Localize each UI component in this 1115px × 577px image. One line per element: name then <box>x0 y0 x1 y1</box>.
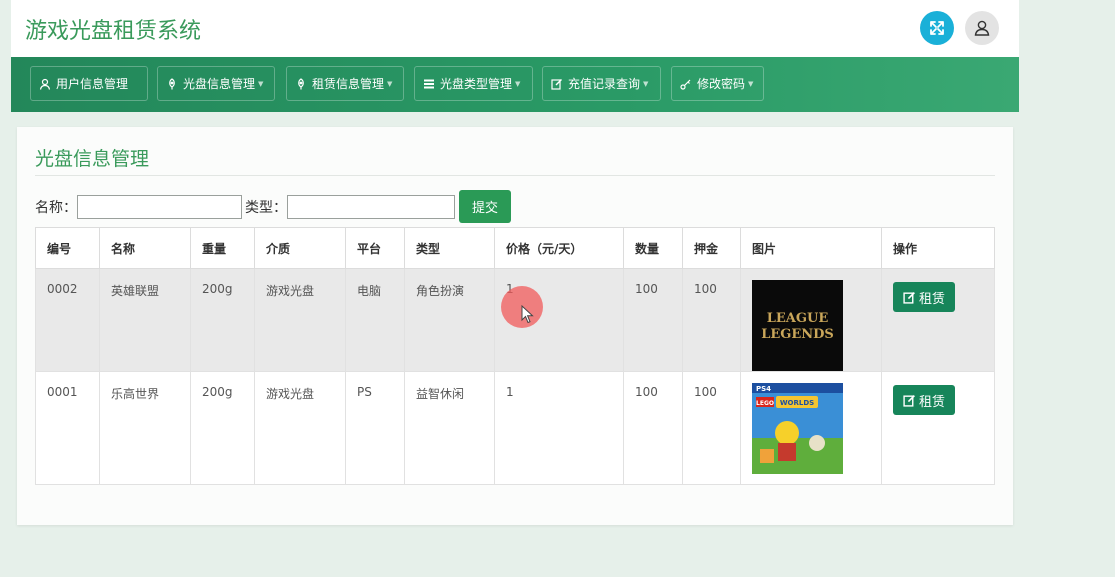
nav-label: 光盘类型管理 <box>440 77 513 91</box>
nav-user-info[interactable]: 用户信息管理 <box>30 66 148 101</box>
leaf-icon <box>298 77 304 89</box>
list-icon <box>424 79 434 88</box>
col-header: 介质 <box>254 227 346 269</box>
col-header: 类型 <box>404 227 495 269</box>
app-title: 游戏光盘租赁系统 <box>25 19 202 44</box>
cell-medium: 游戏光盘 <box>254 268 346 372</box>
type-search-input[interactable] <box>287 194 455 219</box>
cover-text-line1: LEAGUE <box>767 311 829 326</box>
cell-weight: 200g <box>190 268 255 372</box>
disc-cover-image: LEAGUE LEGENDS <box>752 280 843 371</box>
chevron-down-icon: ▼ <box>643 79 649 88</box>
page-title: 光盘信息管理 <box>35 148 150 170</box>
expand-icon <box>930 21 944 35</box>
submit-button[interactable]: 提交 <box>459 190 511 223</box>
main-nav: 用户信息管理 光盘信息管理 ▼ 租赁信息管理 ▼ 光盘类型管理 ▼ 充值记录查询… <box>11 57 1019 112</box>
divider <box>35 175 995 176</box>
rent-button[interactable]: 租赁 <box>893 385 956 415</box>
col-header: 名称 <box>99 227 191 269</box>
chevron-down-icon: ▼ <box>258 79 264 88</box>
disc-cover-image: PS4 LEGO WORLDS <box>752 383 843 474</box>
user-icon <box>974 20 990 36</box>
key-icon <box>680 79 691 90</box>
table-header-row: 编号 名称 重量 介质 平台 类型 价格（元/天） 数量 押金 图片 操作 <box>35 227 995 269</box>
fullscreen-button[interactable] <box>920 11 954 45</box>
nav-label: 充值记录查询 <box>568 77 641 91</box>
cell-id: 0001 <box>35 371 100 485</box>
cursor-arrow-icon <box>521 305 534 324</box>
cell-weight: 200g <box>190 371 255 485</box>
edit-icon <box>903 394 915 407</box>
cell-quantity: 100 <box>623 268 683 372</box>
nav-change-password[interactable]: 修改密码 ▼ <box>671 66 764 101</box>
cell-id: 0002 <box>35 268 100 372</box>
col-header: 编号 <box>35 227 100 269</box>
cell-name: 乐高世界 <box>99 371 191 485</box>
nav-label: 修改密码 <box>697 77 746 91</box>
rent-button[interactable]: 租赁 <box>893 282 956 312</box>
nav-disc-info[interactable]: 光盘信息管理 ▼ <box>157 66 275 101</box>
search-form: 名称： 类型： 提交 <box>35 190 511 223</box>
nav-recharge-records[interactable]: 充值记录查询 ▼ <box>542 66 661 101</box>
edit-icon <box>551 78 562 90</box>
col-header: 数量 <box>623 227 683 269</box>
top-bar: 游戏光盘租赁系统 <box>11 0 1019 57</box>
cell-medium: 游戏光盘 <box>254 371 346 485</box>
chevron-down-icon: ▼ <box>387 79 393 88</box>
col-header: 押金 <box>682 227 741 269</box>
rent-label: 租赁 <box>919 291 946 307</box>
col-header: 操作 <box>881 227 995 269</box>
name-label: 名称： <box>35 199 77 216</box>
nav-label: 光盘信息管理 <box>183 77 256 91</box>
chevron-down-icon: ▼ <box>515 79 521 88</box>
cell-image: LEAGUE LEGENDS <box>740 268 882 372</box>
name-search-input[interactable] <box>77 194 242 219</box>
cover-text-line2: WORLDS <box>780 399 814 407</box>
cover-text-line2: LEGENDS <box>761 327 834 342</box>
cell-price: 1 <box>494 371 624 485</box>
cell-type: 角色扮演 <box>404 268 495 372</box>
cell-platform: 电脑 <box>345 268 405 372</box>
cover-text-line1: PS4 <box>756 385 771 393</box>
col-header: 重量 <box>190 227 255 269</box>
cell-deposit: 100 <box>682 268 741 372</box>
nav-disc-type[interactable]: 光盘类型管理 ▼ <box>414 66 533 101</box>
svg-text:LEGO: LEGO <box>756 400 774 407</box>
disc-table: 编号 名称 重量 介质 平台 类型 价格（元/天） 数量 押金 图片 操作 00… <box>35 227 995 485</box>
rent-label: 租赁 <box>919 394 946 410</box>
col-header: 平台 <box>345 227 405 269</box>
cell-action: 租赁 <box>881 268 995 372</box>
nav-label: 租赁信息管理 <box>312 77 385 91</box>
nav-label: 用户信息管理 <box>56 77 129 91</box>
user-icon <box>39 78 51 90</box>
col-header: 价格（元/天） <box>494 227 624 269</box>
type-label: 类型： <box>245 199 287 216</box>
table-row: 0001 乐高世界 200g 游戏光盘 PS 益智休闲 1 100 100 PS… <box>35 371 995 485</box>
edit-icon <box>903 291 915 304</box>
cell-name: 英雄联盟 <box>99 268 191 372</box>
cell-platform: PS <box>345 371 405 485</box>
chevron-down-icon: ▼ <box>748 79 754 88</box>
cell-deposit: 100 <box>682 371 741 485</box>
leaf-icon <box>169 77 175 89</box>
col-header: 图片 <box>740 227 882 269</box>
cell-type: 益智休闲 <box>404 371 495 485</box>
cell-action: 租赁 <box>881 371 995 485</box>
cell-quantity: 100 <box>623 371 683 485</box>
nav-rental-info[interactable]: 租赁信息管理 ▼ <box>286 66 404 101</box>
cell-image: PS4 LEGO WORLDS <box>740 371 882 485</box>
user-menu-button[interactable] <box>965 11 999 45</box>
